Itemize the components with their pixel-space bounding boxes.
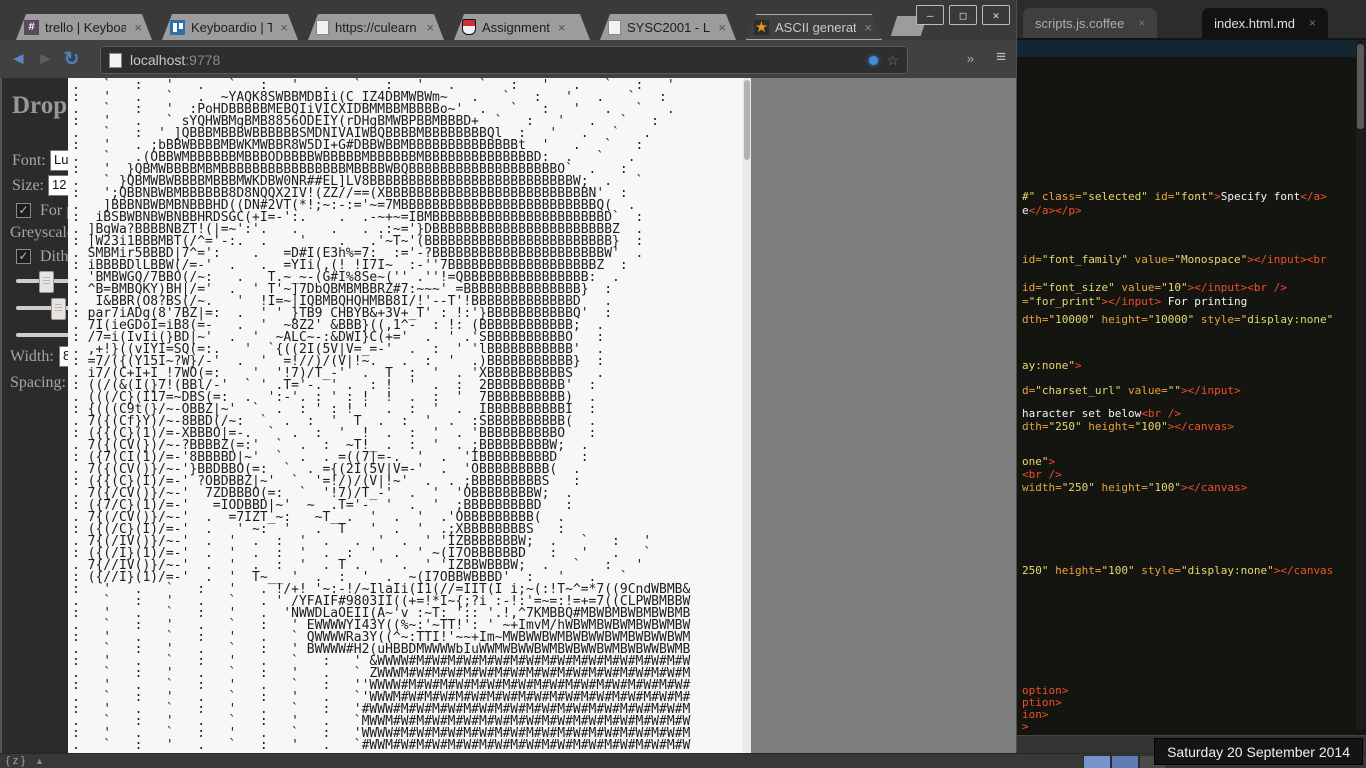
window-controls: — □ ✕: [916, 5, 1010, 25]
close-icon[interactable]: ×: [718, 20, 726, 35]
browser-tab[interactable]: Keyboardio | Tr ×: [162, 14, 298, 40]
tooltip-date: Saturday 20 September 2014: [1167, 744, 1350, 760]
overflow-chevron-icon[interactable]: »: [967, 51, 974, 66]
star-icon: ★: [754, 20, 769, 35]
code-line: id="font_size" value="10"></input><br />: [1022, 281, 1287, 294]
tab-label: Assignment: [482, 20, 550, 35]
hash-icon: #: [24, 20, 39, 35]
code-line: 250" height="100" style="display:none"><…: [1022, 564, 1333, 577]
code-line: ="for_print"></input> For printing: [1022, 295, 1247, 308]
menu-badge[interactable]: { z }: [6, 755, 25, 767]
shield-icon: [462, 19, 476, 35]
maximize-button[interactable]: □: [949, 5, 977, 25]
slider-handle[interactable]: [39, 271, 54, 293]
ascii-output-area: . ` : ' . ` : ' . ` : ' . ` : ' . ` : ' …: [68, 78, 751, 753]
bookmark-star-icon[interactable]: ☆: [886, 52, 899, 69]
editor-scrollbar[interactable]: [1356, 40, 1365, 730]
editor-tab-label: scripts.js.coffee: [1035, 16, 1124, 31]
editor-body[interactable]: #" class="selected" id="font">Specify fo…: [1017, 38, 1366, 735]
trello-icon: [170, 20, 185, 35]
code-line: haracter set below<br />: [1022, 407, 1181, 420]
editor-tab[interactable]: index.html.md ×: [1202, 8, 1328, 38]
close-icon[interactable]: ×: [1309, 16, 1316, 30]
size-label: Size:: [12, 177, 44, 195]
menu-icon[interactable]: ≡: [996, 47, 1006, 67]
dither-checkbox[interactable]: ✓: [16, 249, 31, 264]
forward-icon[interactable]: ►: [37, 49, 54, 69]
font-label: Font:: [12, 152, 46, 170]
for-printing-checkbox[interactable]: ✓: [16, 203, 31, 218]
page-scrollbar[interactable]: [743, 78, 751, 753]
url-host: localhost: [130, 52, 185, 68]
editor-tab-bar: scripts.js.coffee × index.html.md ×: [1017, 0, 1366, 38]
clock-tooltip: Saturday 20 September 2014: [1154, 738, 1363, 765]
close-icon[interactable]: ×: [134, 20, 142, 35]
width-label: Width:: [10, 348, 54, 366]
close-icon[interactable]: ×: [558, 20, 566, 35]
page-icon: [109, 53, 122, 68]
tab-label: https://culearn.: [335, 20, 418, 35]
page-content: Drop image file Font: Luxi Mono Size: 12…: [0, 78, 1016, 753]
editor-window: scripts.js.coffee × index.html.md × #" clas…: [1016, 0, 1366, 753]
close-icon[interactable]: ×: [1138, 16, 1145, 30]
browser-tab-strip: #trello | Keyboar×Keyboardio | Tr×https:…: [0, 0, 1016, 40]
browser-tab[interactable]: # trello | Keyboar ×: [16, 14, 152, 40]
page-icon: [608, 20, 621, 35]
minimize-button[interactable]: —: [916, 5, 944, 25]
status-icon: [869, 56, 878, 65]
code-line: <br />: [1022, 468, 1062, 481]
page-scrollbar-thumb[interactable]: [744, 80, 750, 160]
taskbar-left: { z } ▲: [6, 755, 44, 767]
reload-icon[interactable]: ↻: [64, 48, 80, 71]
close-icon[interactable]: ×: [280, 20, 288, 35]
ascii-art: . ` : ' . ` : ' . ` : ' . ` : ' . ` : ' …: [72, 80, 690, 752]
editor-tab[interactable]: scripts.js.coffee ×: [1023, 8, 1157, 38]
code-line: one">: [1022, 455, 1055, 468]
browser-tab[interactable]: ★ ASCII generator ×: [746, 14, 882, 40]
slider-handle[interactable]: [51, 298, 66, 320]
tab-label: SYSC2001 - Lab: [627, 20, 710, 35]
current-line-highlight: [1017, 40, 1366, 57]
tab-label: Keyboardio | Tr: [191, 20, 272, 35]
editor-tab-label: index.html.md: [1214, 16, 1295, 31]
code-line: ay:none">: [1022, 359, 1082, 372]
back-icon[interactable]: ◄: [10, 49, 27, 69]
desktop: #trello | Keyboar×Keyboardio | Tr×https:…: [0, 0, 1366, 768]
code-line: #" class="selected" id="font">Specify fo…: [1022, 190, 1327, 203]
browser-window: #trello | Keyboar×Keyboardio | Tr×https:…: [0, 0, 1017, 753]
editor-scrollbar-thumb[interactable]: [1357, 44, 1364, 129]
code-line: dth="10000" height="10000" style="displa…: [1022, 313, 1333, 326]
show-desktop-icon[interactable]: ▲: [35, 756, 44, 766]
code-line: e</a></p>: [1022, 204, 1082, 217]
url-port: :9778: [185, 52, 220, 68]
code-line: dth="250" height="100"></canvas>: [1022, 420, 1234, 433]
spacing-label: Spacing:: [10, 374, 66, 392]
page-icon: [316, 20, 329, 35]
browser-tab[interactable]: https://culearn. ×: [308, 14, 444, 40]
code-line: id="font_family" value="Monospace"></inp…: [1022, 253, 1327, 266]
address-bar[interactable]: localhost:9778 ☆: [100, 46, 908, 74]
browser-tab[interactable]: SYSC2001 - Lab ×: [600, 14, 736, 40]
tab-label: ASCII generator: [775, 20, 856, 35]
close-icon[interactable]: ×: [864, 20, 872, 35]
workspace-2[interactable]: [1111, 755, 1139, 768]
code-line: d="charset_url" value=""></input>: [1022, 384, 1241, 397]
workspace-1[interactable]: [1083, 755, 1111, 768]
browser-tab[interactable]: Assignment ×: [454, 14, 590, 40]
code-line: >: [1022, 720, 1029, 733]
close-button[interactable]: ✕: [982, 5, 1010, 25]
code-line: width="250" height="100"></canvas>: [1022, 481, 1247, 494]
close-icon[interactable]: ×: [426, 20, 434, 35]
tab-label: trello | Keyboar: [45, 20, 126, 35]
